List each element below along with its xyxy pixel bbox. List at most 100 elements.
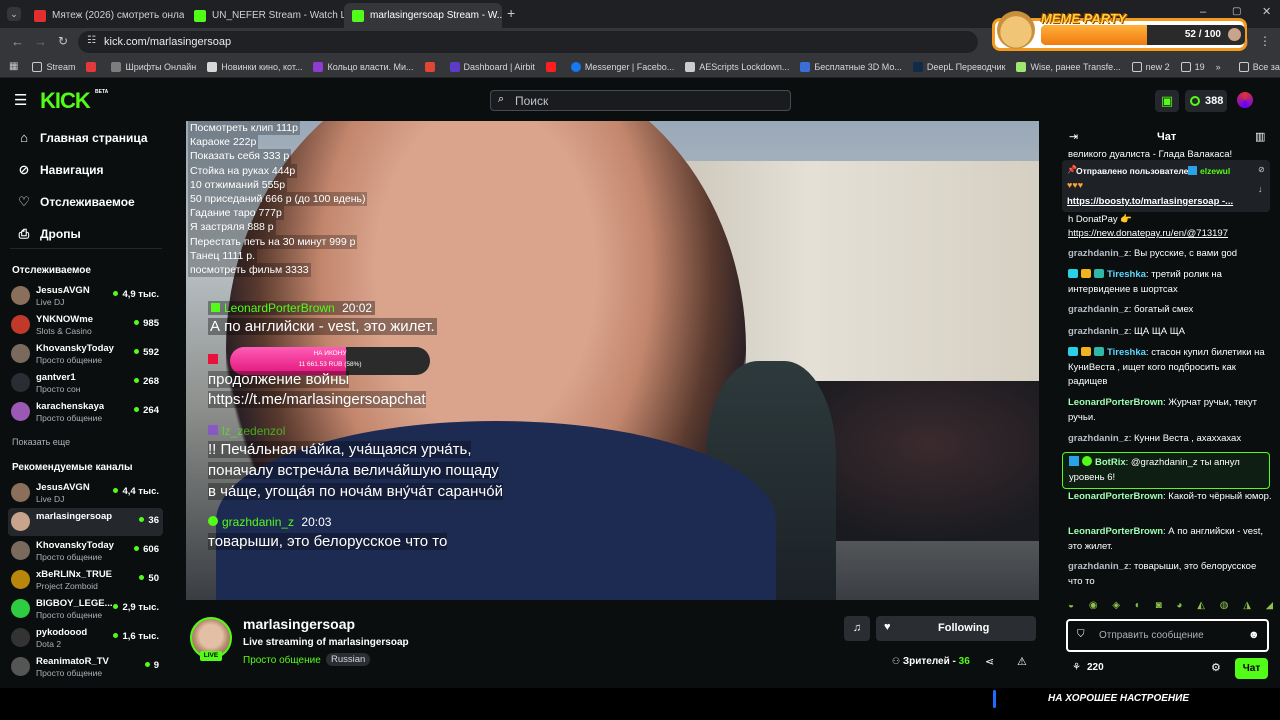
- overlay-donation-icon: [208, 354, 218, 364]
- following-channel-row[interactable]: gantver1 Просто сон 268: [8, 369, 163, 397]
- chat-points-value: 220: [1087, 662, 1104, 673]
- browser-tab-2[interactable]: UN_NEFER Stream - Watch Live ✕: [186, 3, 344, 28]
- chat-username[interactable]: grazhdanin_z: [1068, 433, 1129, 444]
- video-player[interactable]: Посмотреть клип 111р Караоке 222р Показать…: [186, 121, 1039, 600]
- browser-menu-icon[interactable]: ⋮: [1259, 34, 1271, 48]
- kick-logo[interactable]: KICK: [40, 88, 91, 114]
- browser-tab-1[interactable]: Мятеж (2026) смотреть онлай... ✕: [26, 3, 184, 28]
- chat-username[interactable]: Tireshka: [1107, 347, 1146, 358]
- more-bookmarks-icon[interactable]: »: [1216, 62, 1221, 72]
- chat-input[interactable]: ⛉ Отправить сообщение ☻: [1066, 619, 1269, 652]
- emoji-icon[interactable]: ☻: [1248, 629, 1260, 641]
- nav-drops[interactable]: ⎙ Дропы: [16, 226, 81, 242]
- following-channel-row[interactable]: YNKNOWme Slots & Casino 985: [8, 311, 163, 339]
- maximize-window-icon[interactable]: ▢: [1232, 6, 1241, 17]
- pinned-expand-icon[interactable]: ↓: [1258, 184, 1263, 194]
- nav-following[interactable]: ♡ Отслеживаемое: [16, 194, 135, 210]
- stream-category[interactable]: Просто общение: [243, 655, 321, 666]
- overlay-chat-1-user: LeonardPorterBrown: [224, 301, 335, 315]
- bookmark-deepl[interactable]: DeepL Переводчик: [912, 61, 1005, 72]
- channel-viewers: 4,4 тыс.: [113, 486, 159, 497]
- bookmark-wise[interactable]: Wise, ранее Transfe...: [1016, 61, 1121, 72]
- notification-bell-button[interactable]: ♫: [844, 616, 870, 641]
- compass-icon: ⊘: [18, 162, 30, 177]
- chat-username[interactable]: grazhdanin_z: [1068, 304, 1129, 315]
- chat-username[interactable]: BotRix: [1095, 457, 1126, 468]
- collapse-chat-icon[interactable]: ⇥: [1069, 130, 1078, 143]
- pinned-message[interactable]: 📌 Отправлено пользователем elzewul ⊘ ♥♥♥…: [1062, 160, 1270, 212]
- chat-message: grazhdanin_z: товарыши, это белорусское …: [1068, 560, 1273, 589]
- meme-progress-bar: 52 / 100: [1041, 25, 1245, 45]
- nav-home[interactable]: ⌂ Главная страница: [16, 130, 147, 145]
- recommended-channel-row[interactable]: JesusAVGN Live DJ 4,4 тыс.: [8, 479, 163, 507]
- bookmark-3d[interactable]: Бесплатные 3D Мо...: [800, 61, 902, 72]
- bookmark-new2[interactable]: new 2: [1131, 61, 1170, 72]
- minimize-window-icon[interactable]: –: [1200, 6, 1206, 18]
- overlay-chat-3-text-1: !! Печа́льная ча́йка, уча́щаяся урча́ть,: [208, 441, 472, 458]
- tab-list-chevron-icon[interactable]: ⌄: [7, 7, 21, 21]
- recommended-channel-row[interactable]: ReanimatoR_TV Просто общение 9: [8, 653, 163, 681]
- show-more-link[interactable]: Показать еще: [12, 437, 70, 447]
- chat-username[interactable]: LeonardPorterBrown: [1068, 397, 1163, 408]
- following-channel-row[interactable]: JesusAVGN Live DJ 4,9 тыс.: [8, 282, 163, 310]
- bookmark-stream[interactable]: Stream: [32, 61, 75, 72]
- share-icon[interactable]: ⋖: [985, 655, 994, 668]
- chat-username[interactable]: grazhdanin_z: [1068, 561, 1129, 572]
- chat-username[interactable]: LeonardPorterBrown: [1068, 526, 1163, 537]
- report-icon[interactable]: ⚠: [1017, 655, 1027, 668]
- bookmark-gmail[interactable]: [424, 61, 439, 72]
- bookmark-19[interactable]: 19: [1180, 61, 1205, 72]
- bookmark-airbit[interactable]: Dashboard | Airbit: [449, 61, 535, 72]
- recommended-channel-row[interactable]: marlasingersoap 36: [8, 508, 163, 536]
- channel-viewers: 268: [134, 376, 159, 387]
- pinned-dismiss-icon[interactable]: ⊘: [1258, 165, 1265, 174]
- reload-icon[interactable]: ↻: [58, 34, 68, 48]
- chat-text: Какой-то чёрный юмор.: [1168, 491, 1272, 502]
- new-tab-icon[interactable]: +: [507, 5, 515, 21]
- back-icon[interactable]: ←: [11, 34, 24, 49]
- all-bookmarks[interactable]: Все закладки: [1238, 61, 1280, 72]
- recommended-channel-row[interactable]: BIGBOY_LEGE... Просто общение 2,9 тыс.: [8, 595, 163, 623]
- folder-icon: [1131, 61, 1142, 72]
- close-window-icon[interactable]: ✕: [1262, 5, 1271, 18]
- following-button[interactable]: ♥ Following: [876, 616, 1036, 641]
- points-badge[interactable]: 388: [1185, 90, 1227, 112]
- chat-users-icon[interactable]: ▥: [1255, 130, 1265, 143]
- hamburger-menu-icon[interactable]: ☰: [14, 91, 27, 109]
- user-avatar[interactable]: [1237, 92, 1253, 108]
- following-channel-row[interactable]: KhovanskyToday Просто общение 592: [8, 340, 163, 368]
- stream-language-tag[interactable]: Russian: [326, 653, 371, 666]
- chat-send-button[interactable]: Чат: [1235, 658, 1268, 679]
- bookmark-messenger[interactable]: Messenger | Facebo...: [570, 61, 674, 72]
- chat-settings-icon[interactable]: ⚙: [1211, 661, 1221, 674]
- pinned-link[interactable]: https://boosty.to/marlasingersoap -...: [1067, 196, 1233, 207]
- channel-avatar: [11, 657, 30, 676]
- bookmark-fonts[interactable]: Шрифты Онлайн: [111, 61, 196, 72]
- bookmark-rings[interactable]: Кольцо власти. Ми...: [313, 61, 414, 72]
- bookmark-aescripts[interactable]: AEScripts Lockdown...: [685, 61, 789, 72]
- overlay-chat-4-icon: [208, 516, 218, 526]
- url-input[interactable]: ☷ kick.com/marlasingersoap: [78, 31, 978, 53]
- chat-username[interactable]: LeonardPorterBrown: [1068, 491, 1163, 502]
- chat-username[interactable]: grazhdanin_z: [1068, 326, 1129, 337]
- recommended-channel-row[interactable]: pykodoood Dota 2 1,6 тыс.: [8, 624, 163, 652]
- bookmark-movies[interactable]: Новинки кино, кот...: [207, 61, 302, 72]
- apps-grid-icon[interactable]: ▦: [9, 61, 18, 72]
- channel-name[interactable]: marlasingersoap: [243, 616, 355, 632]
- chat-badge-icon[interactable]: ⛉: [1077, 629, 1085, 640]
- bookmark-red[interactable]: [86, 61, 100, 72]
- green-emote-icon[interactable]: ▣: [1155, 90, 1179, 112]
- bookmark-youtube[interactable]: [545, 61, 560, 72]
- chat-username[interactable]: grazhdanin_z: [1068, 248, 1129, 259]
- chat-username[interactable]: Tireshka: [1107, 269, 1146, 280]
- search-input[interactable]: ⌕ Поиск: [490, 90, 791, 111]
- site-info-icon[interactable]: ☷: [87, 35, 96, 46]
- recommended-channel-row[interactable]: xBeRLINx_TRUE Project Zomboid 50: [8, 566, 163, 594]
- browser-tab-3[interactable]: marlasingersoap Stream - W... ✕: [344, 3, 502, 28]
- recommended-channel-row[interactable]: KhovanskyToday Просто общение 606: [8, 537, 163, 565]
- nav-browse[interactable]: ⊘ Навигация: [16, 162, 104, 178]
- forward-icon[interactable]: →: [34, 34, 47, 49]
- overlay-chat-3-header: lz_zedenzol: [208, 424, 285, 438]
- following-channel-row[interactable]: karachenskaya Просто общение 264: [8, 398, 163, 426]
- kick-header: ☰ KICK BETA ⌕ Поиск ▣ 388: [0, 80, 1280, 122]
